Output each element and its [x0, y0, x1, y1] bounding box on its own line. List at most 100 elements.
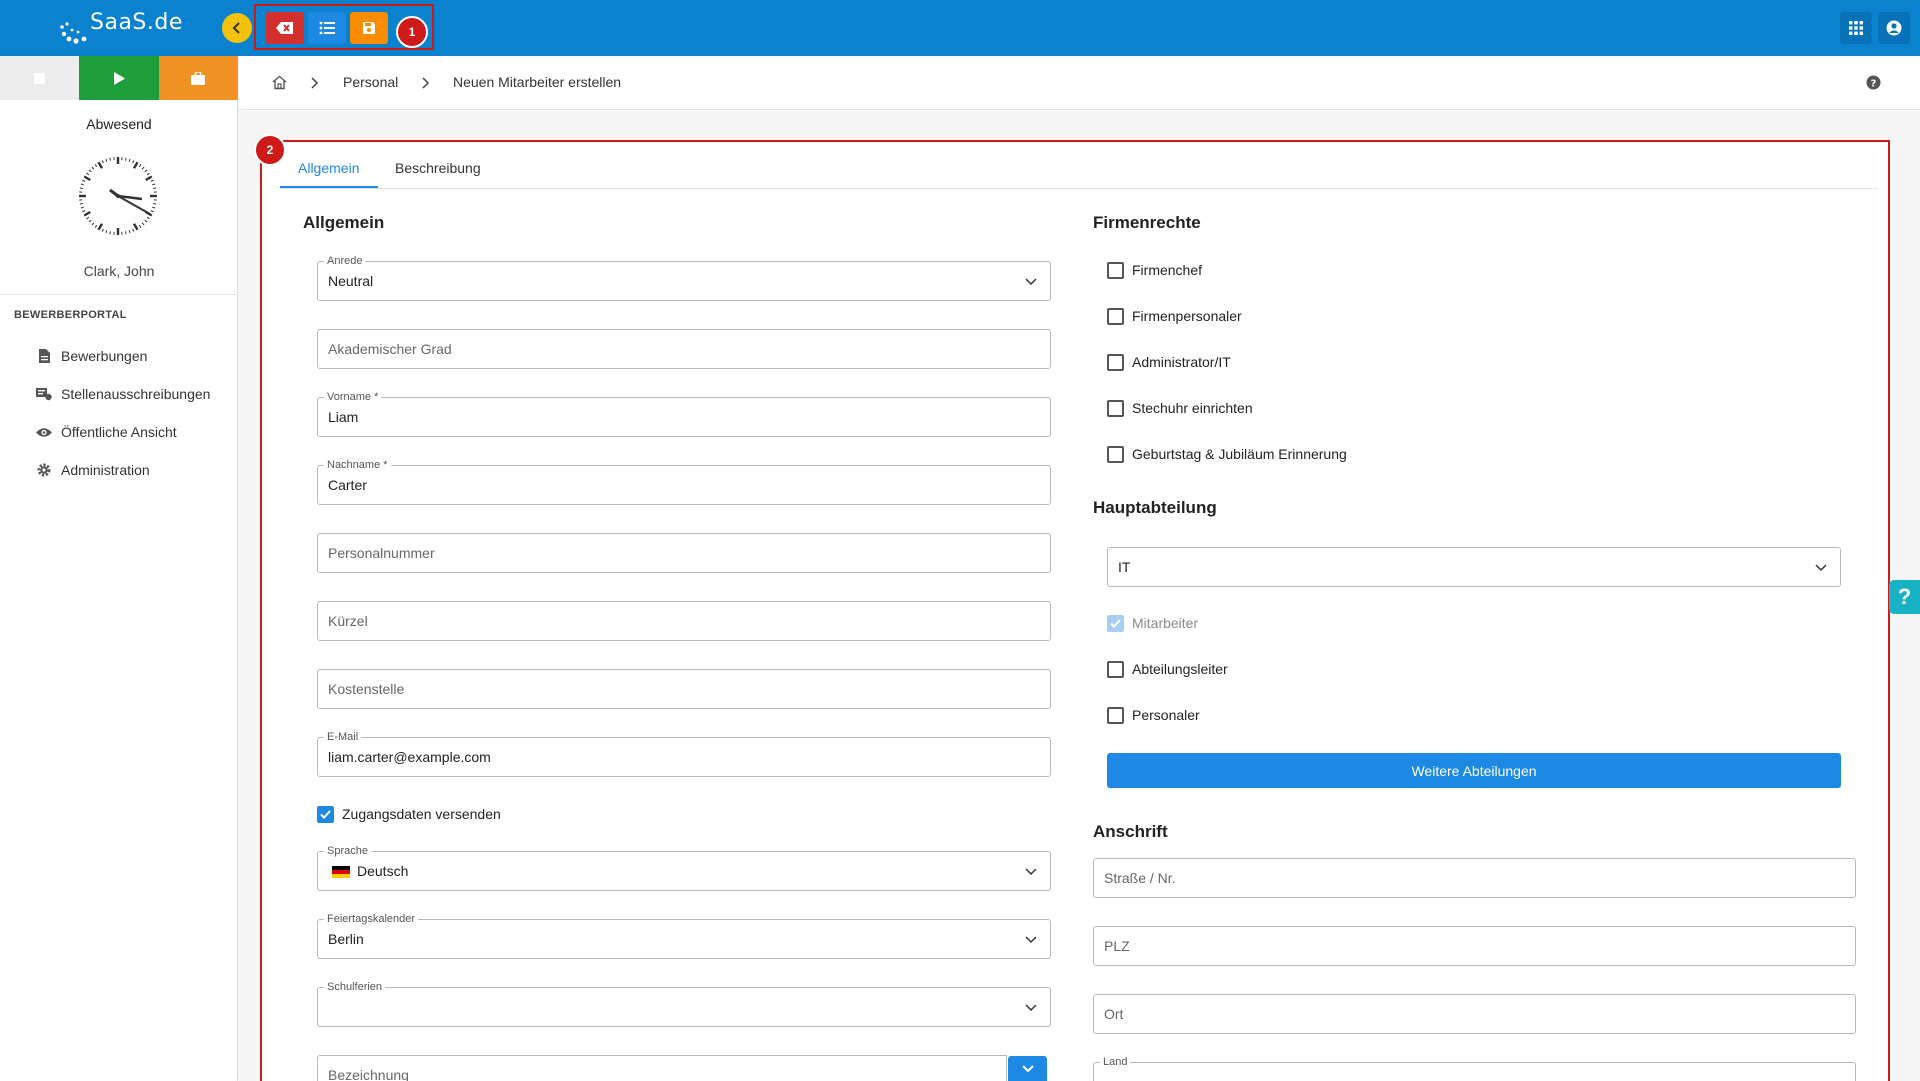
user-name: Clark, John	[83, 263, 155, 279]
field-value: Carter	[328, 477, 367, 493]
weitere-abteilungen-button[interactable]: Weitere Abteilungen	[1107, 753, 1841, 788]
field-label: E-Mail	[324, 731, 362, 743]
chevron-down-icon	[1025, 278, 1037, 286]
sidebar-item-stellenausschreibungen[interactable]: Stellenausschreibungen	[36, 383, 210, 405]
checkbox-unchecked-icon	[1107, 307, 1124, 325]
checkbox-administrator-it[interactable]: Administrator/IT	[1107, 351, 1231, 373]
field-placeholder: Akademischer Grad	[328, 341, 452, 357]
field-value: IT	[1118, 559, 1131, 575]
annotation-badge-2: 2	[254, 134, 286, 166]
nachname-field[interactable]: Nachname * Carter	[317, 459, 1051, 505]
time-status-controls	[0, 56, 238, 100]
field-placeholder: Straße / Nr.	[1104, 870, 1176, 886]
logo-text: SaaS.de	[90, 10, 183, 35]
schulferien-select[interactable]: Schulferien	[317, 981, 1051, 1027]
kuerzel-field[interactable]: Kürzel	[317, 601, 1051, 641]
stop-button[interactable]	[0, 56, 80, 100]
checkbox-abteilungsleiter[interactable]: Abteilungsleiter	[1107, 658, 1228, 680]
help-tab-button[interactable]: ?	[1889, 580, 1920, 614]
active-tab-indicator	[280, 186, 378, 188]
stop-icon	[34, 72, 46, 84]
checkbox-label: Geburtstag & Jubiläum Erinnerung	[1132, 446, 1347, 462]
checkbox-geburtstag-jubilaeum[interactable]: Geburtstag & Jubiläum Erinnerung	[1107, 443, 1347, 465]
save-button[interactable]	[350, 12, 388, 44]
field-placeholder: Ort	[1104, 1006, 1124, 1022]
checkbox-unchecked-icon	[1107, 445, 1124, 463]
checkbox-checked-disabled-icon	[1107, 614, 1124, 632]
gear-icon	[36, 462, 52, 478]
field-label: Nachname *	[324, 459, 391, 471]
checkbox-mitarbeiter: Mitarbeiter	[1107, 612, 1198, 634]
bezeichnung-dropdown-button[interactable]	[1008, 1056, 1047, 1081]
hauptabteilung-select[interactable]: IT	[1107, 547, 1841, 587]
field-placeholder: Personalnummer	[328, 545, 435, 561]
business-trip-button[interactable]	[158, 56, 238, 100]
apps-grid-button[interactable]	[1840, 12, 1872, 44]
checkbox-label: Mitarbeiter	[1132, 615, 1199, 631]
checkbox-label: Personaler	[1132, 707, 1200, 723]
section-title-firmenrechte: Firmenrechte	[1093, 213, 1201, 232]
ort-field[interactable]: Ort	[1093, 994, 1856, 1034]
discard-button[interactable]	[266, 12, 304, 44]
attendance-status: Abwesend	[86, 116, 152, 132]
tab-divider	[280, 188, 1878, 189]
list-icon	[319, 21, 335, 35]
sidebar-item-bewerbungen[interactable]: Bewerbungen	[36, 345, 147, 367]
sidebar-item-label: Administration	[61, 462, 150, 478]
zugangsdaten-checkbox[interactable]: Zugangsdaten versenden	[317, 803, 501, 825]
sprache-select[interactable]: Sprache Deutsch	[317, 845, 1051, 891]
field-value: Berlin	[328, 931, 364, 947]
start-button[interactable]	[79, 56, 159, 100]
field-value: liam.carter@example.com	[328, 749, 491, 765]
help-circle-icon[interactable]: ?	[1866, 75, 1881, 90]
chevron-down-icon	[1815, 564, 1827, 572]
kostenstelle-field[interactable]: Kostenstelle	[317, 669, 1051, 709]
user-account-button[interactable]	[1878, 12, 1910, 44]
sidebar-item-oeffentliche-ansicht[interactable]: Öffentliche Ansicht	[36, 421, 177, 443]
saas-logo[interactable]: SaaS.de	[58, 6, 198, 50]
sidebar-item-administration[interactable]: Administration	[36, 459, 150, 481]
feiertagskalender-select[interactable]: Feiertagskalender Berlin	[317, 913, 1051, 959]
chevron-down-icon	[1025, 868, 1037, 876]
email-field[interactable]: E-Mail liam.carter@example.com	[317, 731, 1051, 777]
strasse-field[interactable]: Straße / Nr.	[1093, 858, 1856, 898]
document-icon	[36, 348, 52, 364]
chevron-left-icon	[232, 22, 240, 34]
checkbox-label: Administrator/IT	[1132, 354, 1231, 370]
question-mark-icon: ?	[1897, 584, 1912, 609]
checkbox-unchecked-icon	[1107, 660, 1124, 678]
chevron-down-icon	[1021, 1064, 1034, 1072]
user-circle-icon	[1886, 20, 1902, 36]
checkbox-firmenchef[interactable]: Firmenchef	[1107, 259, 1202, 281]
akademischer-grad-field[interactable]: Akademischer Grad	[317, 329, 1051, 369]
vorname-field[interactable]: Vorname * Liam	[317, 391, 1051, 437]
svg-text:?: ?	[1871, 79, 1877, 90]
checkbox-stechuhr[interactable]: Stechuhr einrichten	[1107, 397, 1253, 419]
collapse-sidebar-button[interactable]	[222, 13, 252, 43]
section-title-anschrift: Anschrift	[1093, 822, 1168, 841]
german-flag-icon	[332, 866, 350, 878]
play-icon	[113, 71, 125, 85]
field-label: Vorname *	[324, 391, 382, 403]
bezeichnung-field[interactable]: Bezeichnung	[317, 1055, 1007, 1081]
sidebar: Abwesend Clark, John BEWERBERPORTAL Bewe…	[0, 56, 238, 1081]
sidebar-item-label: Stellenausschreibungen	[61, 386, 211, 402]
checkbox-unchecked-icon	[1107, 706, 1124, 724]
checkbox-firmenpersonaler[interactable]: Firmenpersonaler	[1107, 305, 1242, 327]
tab-allgemein[interactable]: Allgemein	[298, 160, 359, 176]
field-label: Anrede	[324, 255, 366, 267]
sidebar-item-label: Bewerbungen	[61, 348, 148, 364]
list-view-button[interactable]	[308, 12, 346, 44]
chevron-down-icon	[1025, 1004, 1037, 1012]
personalnummer-field[interactable]: Personalnummer	[317, 533, 1051, 573]
checkbox-personaler[interactable]: Personaler	[1107, 704, 1200, 726]
anrede-select[interactable]: Anrede Neutral	[317, 255, 1051, 301]
home-icon[interactable]	[272, 75, 287, 90]
breadcrumb-personal[interactable]: Personal	[343, 74, 398, 90]
field-placeholder: Kostenstelle	[328, 681, 405, 697]
plz-field[interactable]: PLZ	[1093, 926, 1856, 966]
land-select[interactable]: Land	[1093, 1056, 1856, 1081]
field-value: Neutral	[328, 273, 374, 289]
tab-beschreibung[interactable]: Beschreibung	[395, 160, 481, 176]
breadcrumb: Personal Neuen Mitarbeiter erstellen ?	[239, 56, 1920, 110]
